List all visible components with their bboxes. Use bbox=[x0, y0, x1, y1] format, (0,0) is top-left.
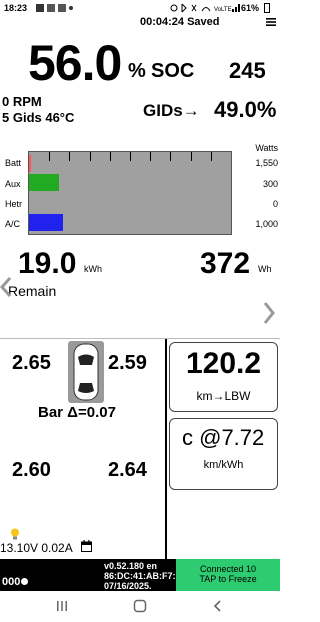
saved-timer: 00:04:24 Saved bbox=[140, 16, 220, 28]
home-icon[interactable] bbox=[133, 599, 147, 613]
status-dot bbox=[21, 578, 28, 585]
gids-pct-value: 49.0% bbox=[214, 97, 277, 122]
bar-tick bbox=[69, 152, 70, 161]
bar-tick bbox=[170, 152, 171, 161]
energy-remaining-value: 19.0 bbox=[18, 247, 77, 280]
remain-label: Remain bbox=[8, 283, 57, 299]
bar-tick bbox=[150, 152, 151, 161]
soc-unit: % bbox=[128, 60, 146, 82]
efficiency-value: c @7.72 bbox=[182, 425, 265, 450]
status-battery-text: 61% bbox=[241, 3, 260, 13]
bar-watts-batt: 1,550 bbox=[255, 158, 278, 168]
chevron-left-icon[interactable] bbox=[0, 276, 12, 298]
bar-tick bbox=[90, 152, 91, 161]
wh-unit: Wh bbox=[258, 264, 272, 274]
wh-value: 372 bbox=[200, 247, 251, 280]
bar-label-hetr: Hetr bbox=[5, 199, 23, 209]
bar-tick bbox=[110, 152, 111, 161]
navigation-bar bbox=[0, 591, 280, 622]
battery-icon bbox=[264, 3, 270, 13]
connected-status: Connected 10 bbox=[199, 564, 257, 574]
power-bar-graph bbox=[28, 151, 232, 235]
gids-pct-label: GIDs→ bbox=[143, 101, 200, 120]
date-line: 07/16/2025. bbox=[104, 581, 152, 591]
bar-tick bbox=[211, 152, 212, 161]
tire-front-right: 2.59 bbox=[108, 352, 147, 374]
bar-watts-ac: 1,000 bbox=[255, 219, 278, 229]
status-bar: 18:23 VoLTE 61% bbox=[0, 0, 280, 16]
version-line: v0.52.180 en bbox=[104, 561, 158, 571]
calendar-icon[interactable] bbox=[81, 540, 92, 552]
back-icon[interactable] bbox=[211, 599, 225, 613]
ticker-text: 000 bbox=[2, 576, 21, 588]
soc-label: SOC bbox=[151, 60, 195, 82]
car-icon bbox=[68, 341, 104, 403]
soc-value: 56.0 bbox=[28, 35, 122, 91]
range-value: 120.2 bbox=[185, 347, 262, 380]
column-divider bbox=[165, 339, 167, 559]
bar-tick bbox=[130, 152, 131, 161]
gids-temp-readout: 5 Gids 46°C bbox=[2, 110, 75, 125]
range-box[interactable]: 120.2 km→LBW bbox=[169, 342, 278, 412]
tire-rear-right: 2.64 bbox=[108, 459, 147, 481]
bar-tick bbox=[191, 152, 192, 161]
tap-to-freeze: TAP to Freeze bbox=[199, 574, 257, 584]
svg-text:VoLTE: VoLTE bbox=[214, 7, 232, 13]
recent-apps-icon[interactable] bbox=[55, 599, 69, 613]
bar-label-aux: Aux bbox=[5, 179, 21, 189]
chevron-right-icon[interactable] bbox=[262, 300, 276, 326]
tire-rear-left: 2.60 bbox=[12, 459, 51, 481]
gids-count: 245 bbox=[229, 58, 266, 83]
bar-fill-batt bbox=[29, 155, 32, 172]
signal-icons: VoLTE bbox=[170, 3, 240, 13]
rpm-readout: 0 RPM bbox=[2, 94, 42, 109]
section-divider bbox=[0, 338, 280, 339]
energy-remaining-unit: kWh bbox=[84, 264, 102, 274]
bar-label-batt: Batt bbox=[5, 158, 22, 168]
bar-watts-hetr: 0 bbox=[272, 199, 278, 209]
range-label: km→LBW bbox=[196, 389, 251, 403]
tire-delta: Bar Δ=0.07 bbox=[38, 404, 116, 421]
mac-address-line: 86:DC:41:AB:F7:F bbox=[104, 571, 182, 581]
bar-fill-ac bbox=[29, 214, 64, 231]
menu-icon[interactable] bbox=[266, 17, 276, 27]
efficiency-label: km/kWh bbox=[203, 459, 244, 471]
notification-icons bbox=[36, 4, 73, 12]
efficiency-box[interactable]: c @7.72 km/kWh bbox=[169, 418, 278, 490]
tire-front-left: 2.65 bbox=[12, 352, 51, 374]
bar-watts-aux: 300 bbox=[262, 179, 278, 189]
bar-label-ac: A/C bbox=[5, 219, 21, 229]
bar-fill-aux bbox=[29, 174, 60, 191]
watts-header: Watts bbox=[255, 143, 278, 153]
bar-tick bbox=[49, 152, 50, 161]
status-time: 18:23 bbox=[4, 3, 28, 13]
connected-label: Connected 10 TAP to Freeze bbox=[176, 564, 280, 584]
voltage-readout: 13.10V 0.02A bbox=[0, 541, 73, 555]
lightbulb-icon bbox=[11, 528, 19, 540]
